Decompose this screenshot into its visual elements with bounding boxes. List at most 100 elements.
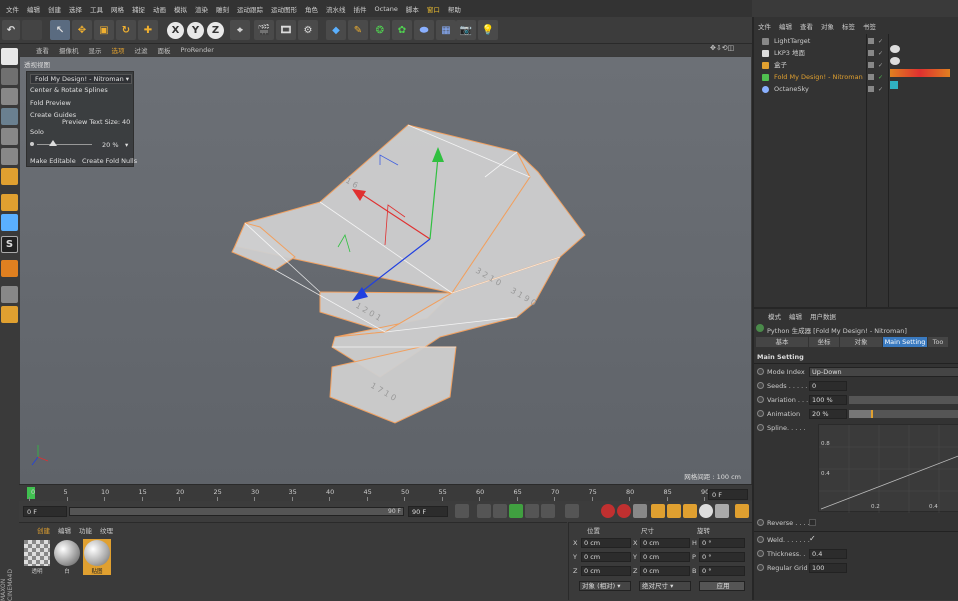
end-frame-field[interactable]: 90 F bbox=[408, 506, 448, 517]
material-menu-item[interactable]: 纹理 bbox=[96, 525, 117, 535]
coordinate-system-icon[interactable]: ⌖ bbox=[230, 20, 250, 40]
position-field[interactable]: 0 cm bbox=[581, 566, 631, 576]
tag-icons-row[interactable] bbox=[890, 69, 950, 77]
layer-visibility-icon[interactable] bbox=[868, 50, 874, 56]
fold-preview-button[interactable]: Fold Preview bbox=[30, 99, 71, 107]
slider-track[interactable] bbox=[37, 144, 92, 145]
coordinate-mode-select[interactable]: 对象 (相对) ▾ bbox=[579, 581, 631, 591]
play-icon[interactable] bbox=[509, 504, 523, 518]
object-manager-menu-item[interactable]: 文件 bbox=[754, 21, 775, 31]
viewport-menu-item[interactable]: 摄像机 bbox=[54, 45, 84, 55]
undo-icon[interactable]: ↶ bbox=[2, 20, 20, 40]
center-rotate-splines-button[interactable]: Center & Rotate Splines bbox=[30, 86, 108, 94]
lock-workplane-icon[interactable] bbox=[1, 306, 18, 323]
menu-item[interactable]: 编辑 bbox=[23, 4, 44, 14]
deformer-icon[interactable]: ⬬ bbox=[414, 20, 434, 40]
y-axis-lock-button[interactable]: Y bbox=[187, 22, 204, 39]
menu-item[interactable]: 插件 bbox=[350, 4, 371, 14]
material-menu-item[interactable]: 编辑 bbox=[54, 525, 75, 535]
reverse-checkbox[interactable] bbox=[809, 519, 816, 526]
key-pla-icon[interactable] bbox=[715, 504, 729, 518]
perspective-viewport[interactable]: 透视视图 网格间距 : 100 cm 3 2 1 0 3 1 9 0 1 2 0 bbox=[20, 57, 751, 484]
size-field[interactable]: 0 cm bbox=[640, 552, 690, 562]
size-field[interactable]: 0 cm bbox=[640, 566, 690, 576]
material-item[interactable]: 白 bbox=[53, 539, 81, 575]
viewport-menu-item[interactable]: 选项 bbox=[107, 45, 130, 55]
variation-field[interactable]: 100 % bbox=[809, 395, 847, 405]
spline-graph[interactable]: 0.8 0.4 0.2 0.4 bbox=[818, 424, 958, 513]
rotation-field[interactable]: 0 ° bbox=[699, 552, 745, 562]
go-to-end-icon[interactable] bbox=[565, 504, 579, 518]
menu-item[interactable]: 流水线 bbox=[322, 4, 350, 14]
regular-grid-field[interactable]: 100 bbox=[809, 563, 847, 573]
timeline-menu-icon[interactable] bbox=[735, 504, 749, 518]
mode-index-anim-dot[interactable] bbox=[757, 368, 764, 375]
layer-visibility-icon[interactable] bbox=[868, 62, 874, 68]
keyframe-selection-icon[interactable] bbox=[633, 504, 647, 518]
tag-sphere-icon[interactable] bbox=[890, 45, 900, 53]
menu-item[interactable]: 运动图形 bbox=[267, 4, 301, 14]
menu-item[interactable]: 工具 bbox=[86, 4, 107, 14]
render-view-icon[interactable]: 🎬 bbox=[254, 20, 274, 40]
enable-check-icon[interactable]: ✓ bbox=[878, 48, 883, 59]
menu-item[interactable]: 动画 bbox=[149, 4, 170, 14]
timeline-ruler[interactable]: 0 5 10 15 20 25 30 35 40 45 50 55 60 65 70 75 80 85 90 0 F bbox=[19, 484, 752, 501]
reverse-anim-dot[interactable] bbox=[757, 519, 764, 526]
size-mode-select[interactable]: 绝对尺寸 ▾ bbox=[639, 581, 691, 591]
menu-item[interactable]: 运动跟踪 bbox=[233, 4, 267, 14]
animation-field[interactable]: 20 % bbox=[809, 409, 847, 419]
object-row[interactable]: OctaneSky ✓ bbox=[754, 84, 958, 95]
key-position-icon[interactable] bbox=[651, 504, 665, 518]
scale-tool-icon[interactable]: ▣ bbox=[94, 20, 114, 40]
menu-item[interactable]: 角色 bbox=[301, 4, 322, 14]
size-field[interactable]: 0 cm bbox=[640, 538, 690, 548]
select-tool-icon[interactable]: ↖ bbox=[50, 20, 70, 40]
prev-key-icon[interactable] bbox=[477, 504, 491, 518]
make-editable-button[interactable]: Make Editable bbox=[30, 157, 76, 165]
menu-item[interactable]: 雕刻 bbox=[212, 4, 233, 14]
render-settings-icon[interactable]: ⚙ bbox=[298, 20, 318, 40]
prev-frame-icon[interactable] bbox=[493, 504, 507, 518]
edges-mode-icon[interactable] bbox=[1, 148, 18, 165]
redo-icon[interactable] bbox=[22, 20, 42, 40]
range-slider[interactable]: 90 F bbox=[69, 507, 404, 516]
attribute-tab[interactable]: Too bbox=[928, 337, 948, 347]
create-fold-nulls-button[interactable]: Create Fold Nulls bbox=[82, 157, 137, 165]
rotate-tool-icon[interactable]: ↻ bbox=[116, 20, 136, 40]
autokey-icon[interactable] bbox=[617, 504, 631, 518]
attribute-menu-item[interactable]: 编辑 bbox=[785, 311, 806, 321]
render-picture-viewer-icon[interactable]: 🎞 bbox=[276, 20, 296, 40]
position-field[interactable]: 0 cm bbox=[581, 552, 631, 562]
material-item[interactable]: 透明 bbox=[23, 539, 51, 575]
menu-item[interactable]: 选择 bbox=[65, 4, 86, 14]
variation-anim-dot[interactable] bbox=[757, 396, 764, 403]
variation-slider[interactable] bbox=[849, 396, 958, 404]
object-manager-menu-item[interactable]: 书签 bbox=[859, 21, 880, 31]
attribute-tab[interactable]: 基本 bbox=[756, 337, 808, 347]
z-axis-lock-button[interactable]: Z bbox=[207, 22, 224, 39]
viewport-menu-item[interactable]: 显示 bbox=[84, 45, 107, 55]
subdivision-icon[interactable]: ❂ bbox=[370, 20, 390, 40]
key-scale-icon[interactable] bbox=[667, 504, 681, 518]
polygons-mode-icon[interactable] bbox=[1, 168, 18, 185]
viewport-menu-item[interactable]: 查看 bbox=[31, 45, 54, 55]
menu-item[interactable]: 文件 bbox=[2, 4, 23, 14]
model-mode-icon[interactable] bbox=[1, 68, 18, 85]
go-to-start-icon[interactable] bbox=[455, 504, 469, 518]
viewport-menu-item[interactable]: ProRender bbox=[176, 46, 219, 54]
menu-item[interactable]: 网格 bbox=[107, 4, 128, 14]
menu-item[interactable]: Octane bbox=[371, 5, 402, 13]
attribute-tab[interactable]: 对象 bbox=[840, 337, 882, 347]
camera-icon[interactable]: 📷 bbox=[456, 20, 476, 40]
material-menu-item[interactable]: 功能 bbox=[75, 525, 96, 535]
material-item[interactable]: 贴图 bbox=[83, 539, 111, 575]
object-manager-menu-item[interactable]: 查看 bbox=[796, 21, 817, 31]
plugin-title-dropdown[interactable]: Fold My Design! - Nitroman ▾ bbox=[30, 74, 132, 84]
position-field[interactable]: 0 cm bbox=[581, 538, 631, 548]
make-editable-icon[interactable] bbox=[1, 48, 18, 65]
object-manager-menu-item[interactable]: 编辑 bbox=[775, 21, 796, 31]
snap-icon[interactable]: S bbox=[1, 236, 18, 253]
enable-check-icon[interactable]: ✓ bbox=[878, 60, 883, 71]
menu-item[interactable]: 脚本 bbox=[402, 4, 423, 14]
enable-check-icon[interactable]: ✓ bbox=[878, 72, 883, 83]
